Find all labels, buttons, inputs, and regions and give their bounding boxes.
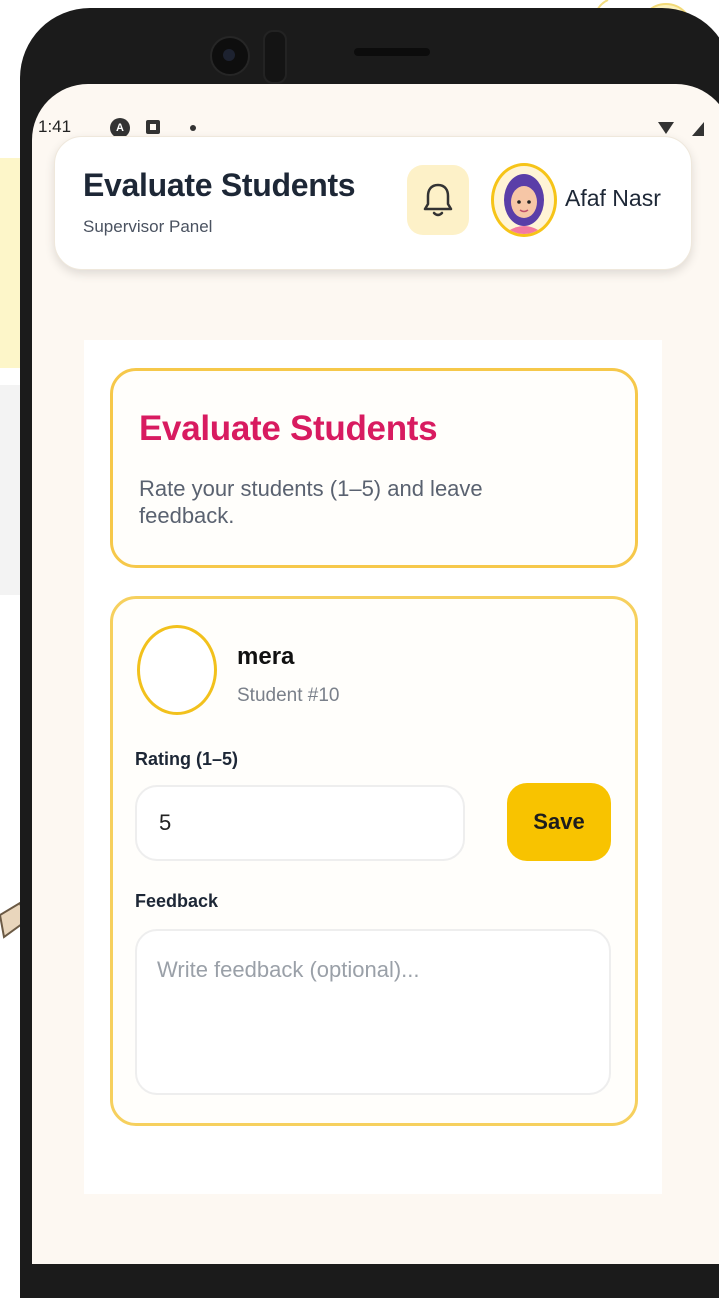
- intro-card: Evaluate Students Rate your students (1–…: [110, 368, 638, 568]
- user-name[interactable]: Afaf Nasr: [565, 185, 661, 212]
- header-card: Evaluate Students Supervisor Panel Afaf …: [54, 136, 692, 270]
- section-description: Rate your students (1–5) and leave feedb…: [139, 476, 483, 528]
- section-title: Evaluate Students: [139, 409, 438, 448]
- user-avatar-icon: [504, 174, 544, 234]
- save-button[interactable]: Save: [507, 783, 611, 861]
- page-subtitle: Supervisor Panel: [83, 217, 213, 236]
- notification-a-icon: A: [110, 118, 130, 138]
- notification-square-icon: [146, 120, 160, 134]
- app-screen: 1:41 A Evaluate Students Supervisor Pane…: [32, 84, 719, 1264]
- status-time: 1:41: [38, 117, 72, 136]
- signal-icon: [692, 122, 704, 136]
- student-id: Student #10: [237, 685, 340, 706]
- more-notifications-dot-icon: [190, 125, 196, 131]
- bell-icon: [423, 183, 453, 217]
- feedback-textarea[interactable]: [135, 929, 611, 1095]
- student-card: mera Student #10 Rating (1–5) Save Feedb…: [110, 596, 638, 1126]
- earpiece-speaker: [354, 48, 430, 56]
- notifications-button[interactable]: [407, 165, 469, 235]
- content-panel: Evaluate Students Rate your students (1–…: [84, 340, 662, 1194]
- student-avatar: [137, 625, 217, 715]
- user-avatar[interactable]: [491, 163, 557, 237]
- wifi-icon: [658, 122, 674, 134]
- rating-label: Rating (1–5): [135, 749, 239, 769]
- proximity-sensor: [263, 30, 287, 84]
- rating-input[interactable]: [135, 785, 465, 861]
- feedback-label: Feedback: [135, 891, 219, 911]
- student-name: mera: [237, 643, 295, 670]
- front-camera: [210, 36, 250, 76]
- page-title: Evaluate Students: [83, 167, 356, 203]
